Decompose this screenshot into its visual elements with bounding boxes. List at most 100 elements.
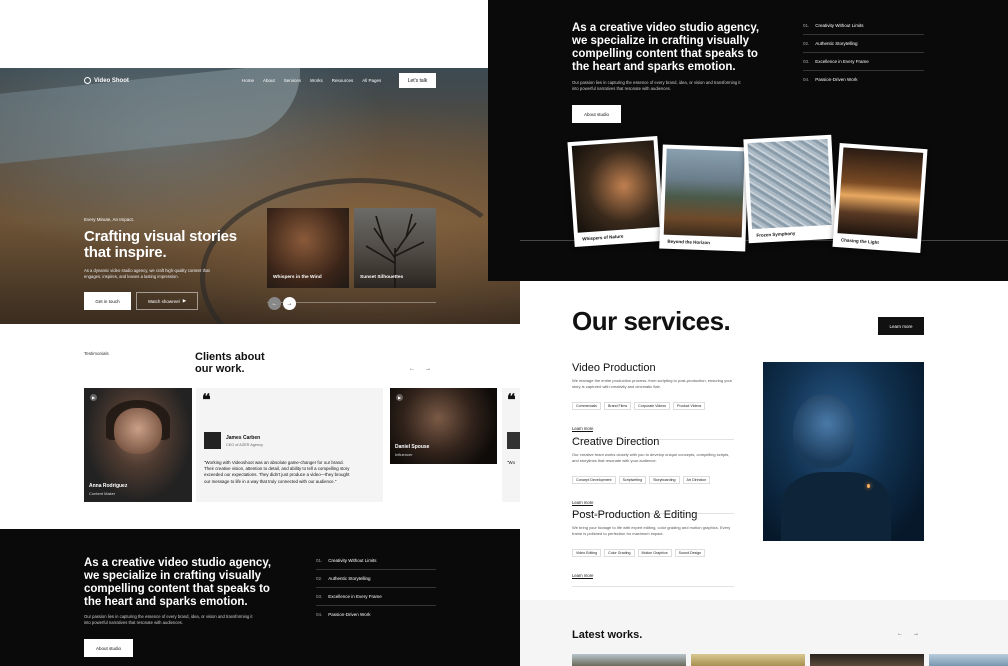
polaroid-card[interactable]: Beyond the Horizon: [659, 144, 749, 252]
services-learn-more-button[interactable]: Learn more: [878, 317, 924, 335]
agency-list: 01. Creativity Without Limits 02. Authenti…: [803, 17, 924, 88]
polaroid-card[interactable]: Frozen Symphony: [743, 134, 837, 244]
lets-talk-button[interactable]: Let's talk: [399, 73, 436, 88]
about-studio-button[interactable]: About studio: [84, 639, 133, 657]
polaroid-caption: Frozen Symphony: [756, 230, 796, 238]
quote-text: "Working with Videoshoot was an absolute…: [204, 460, 350, 484]
hero-eyebrow: Every Minute, An Impact.: [84, 217, 135, 222]
watch-showreel-button[interactable]: Watch showreel ▶: [136, 292, 198, 310]
arrow-left-icon: ←: [897, 631, 903, 637]
about-studio-label: About studio: [583, 111, 610, 117]
works-prev-button[interactable]: ←: [897, 631, 903, 637]
list-item: 03. Excellence in Every Frame: [803, 53, 924, 71]
polaroid-caption: Beyond the Horizon: [667, 238, 711, 246]
avatar: [204, 432, 221, 449]
works-next-button[interactable]: →: [913, 631, 919, 637]
service-tags: Video Editing Color Grading Motion Graphic…: [572, 541, 734, 559]
testimonial-quote-card-partial: ❝ "Wo: [502, 388, 520, 502]
arrow-right-icon: →: [425, 366, 431, 372]
nav-home[interactable]: Home: [242, 78, 254, 83]
learn-more-label: Learn more: [889, 323, 913, 329]
play-icon: ▶: [90, 394, 97, 401]
main-nav: Home About Services Works Resources All …: [242, 78, 381, 83]
service-description: We bring your footage to life with exper…: [572, 525, 731, 536]
person-body-image: [781, 472, 891, 541]
service-tags: Commercials Brand Films Corporate Videos Pr…: [572, 394, 734, 412]
person-name: Daniel Spouse: [395, 444, 430, 450]
list-item: 04. Passion-Driven Work: [803, 77, 858, 82]
quote-text: "Wo: [507, 460, 516, 465]
hero-next-button[interactable]: →: [283, 297, 296, 310]
work-thumbnail[interactable]: [810, 654, 924, 666]
service-tag: Art Direction: [682, 476, 711, 484]
agency-paragraph: Our passion lies in capturing the essenc…: [84, 614, 253, 625]
person-head-image: [793, 394, 855, 468]
agency-title: As a creative video studio agency, we sp…: [84, 557, 272, 608]
person-role: Influencer: [395, 452, 413, 457]
service-image: [763, 362, 924, 541]
service-tag: Color Grading: [604, 549, 635, 557]
get-in-touch-label: Get in touch: [95, 298, 120, 304]
service-tag: Commercials: [572, 402, 601, 410]
agency-title: As a creative video studio agency, we sp…: [572, 22, 760, 73]
agency-paragraph: Our passion lies in capturing the essenc…: [572, 80, 741, 91]
about-studio-label: About studio: [95, 645, 122, 651]
play-icon: ▶: [182, 298, 187, 303]
slide-card[interactable]: Whispers in the Wind: [267, 208, 349, 288]
service-learn-more-link[interactable]: Learn more: [572, 573, 594, 579]
nav-resources[interactable]: Resources: [332, 78, 354, 83]
get-in-touch-button[interactable]: Get in touch: [84, 292, 131, 310]
arrow-right-icon: →: [913, 631, 919, 637]
service-item: Post-Production & Editing We bring your …: [572, 509, 734, 587]
list-item: 03. Excellence in Every Frame: [316, 588, 436, 606]
hero-prev-button[interactable]: ←: [268, 297, 281, 310]
brand-logo[interactable]: Video Shoot: [84, 77, 129, 84]
nav-works[interactable]: Works: [310, 78, 323, 83]
quote-author: James Carben: [226, 435, 261, 441]
nav-all-pages[interactable]: All Pages: [362, 78, 381, 83]
nav-about[interactable]: About: [263, 78, 275, 83]
service-tag: Video Editing: [572, 549, 602, 557]
quote-icon: ❝: [507, 392, 516, 409]
service-tags: Concept Development Scriptwriting Storyboa…: [572, 468, 734, 486]
logo-icon: [84, 77, 91, 84]
service-tag: Storyboarding: [649, 476, 680, 484]
list-item: 02. Authentic Storytelling: [803, 35, 924, 53]
work-thumbnail[interactable]: [572, 654, 686, 666]
person-name: Anna Rodriguez: [89, 483, 128, 489]
testimonial-photo-card[interactable]: ▶ Anna Rodriguez Content Maker: [84, 388, 192, 502]
service-tag: Sound Design: [674, 549, 706, 557]
service-learn-more-link[interactable]: Learn more: [572, 426, 594, 432]
arrow-left-icon: ←: [409, 366, 415, 372]
hero-section: [0, 68, 520, 324]
list-item: 01. Creativity Without Limits: [316, 552, 436, 570]
slide-card[interactable]: Sunset Silhouettes: [354, 208, 436, 288]
polaroid-card[interactable]: Whispers of Nature: [567, 135, 665, 248]
service-item: Video Production We manage the entire pr…: [572, 362, 734, 440]
polaroid-card[interactable]: Chasing the Light: [832, 143, 928, 253]
service-learn-more-link[interactable]: Learn more: [572, 500, 594, 506]
service-title: Post-Production & Editing: [572, 509, 698, 521]
about-studio-button[interactable]: About studio: [572, 105, 621, 123]
service-description: We manage the entire production process,…: [572, 378, 733, 389]
quote-icon: ❝: [202, 392, 211, 409]
play-icon: ▶: [396, 394, 403, 401]
slide-title: Sunset Silhouettes: [360, 275, 404, 280]
service-tag: Motion Graphics: [637, 549, 672, 557]
brand-name: Video Shoot: [94, 77, 129, 84]
lighter-flame-icon: [867, 484, 870, 488]
hero-description: As a dynamic video studio agency, we cra…: [84, 268, 210, 279]
agency-list: 01. Creativity Without Limits 02. Authenti…: [316, 552, 436, 623]
testimonials-heading: Clients about our work.: [195, 351, 265, 375]
service-tag: Product Videos: [673, 402, 706, 410]
work-thumbnail[interactable]: [691, 654, 805, 666]
work-thumbnail[interactable]: [929, 654, 1008, 666]
service-tag: Concept Development: [572, 476, 616, 484]
testimonial-quote-card: ❝ James Carben CEO of AZER Agency "Worki…: [196, 388, 383, 502]
testimonial-photo-card[interactable]: ▶ Daniel Spouse Influencer: [390, 388, 497, 464]
latest-works-heading: Latest works.: [572, 629, 643, 641]
nav-services[interactable]: Services: [284, 78, 301, 83]
testimonials-prev-button[interactable]: ←: [409, 366, 415, 372]
face-image: [114, 408, 162, 454]
testimonials-next-button[interactable]: →: [425, 366, 431, 372]
